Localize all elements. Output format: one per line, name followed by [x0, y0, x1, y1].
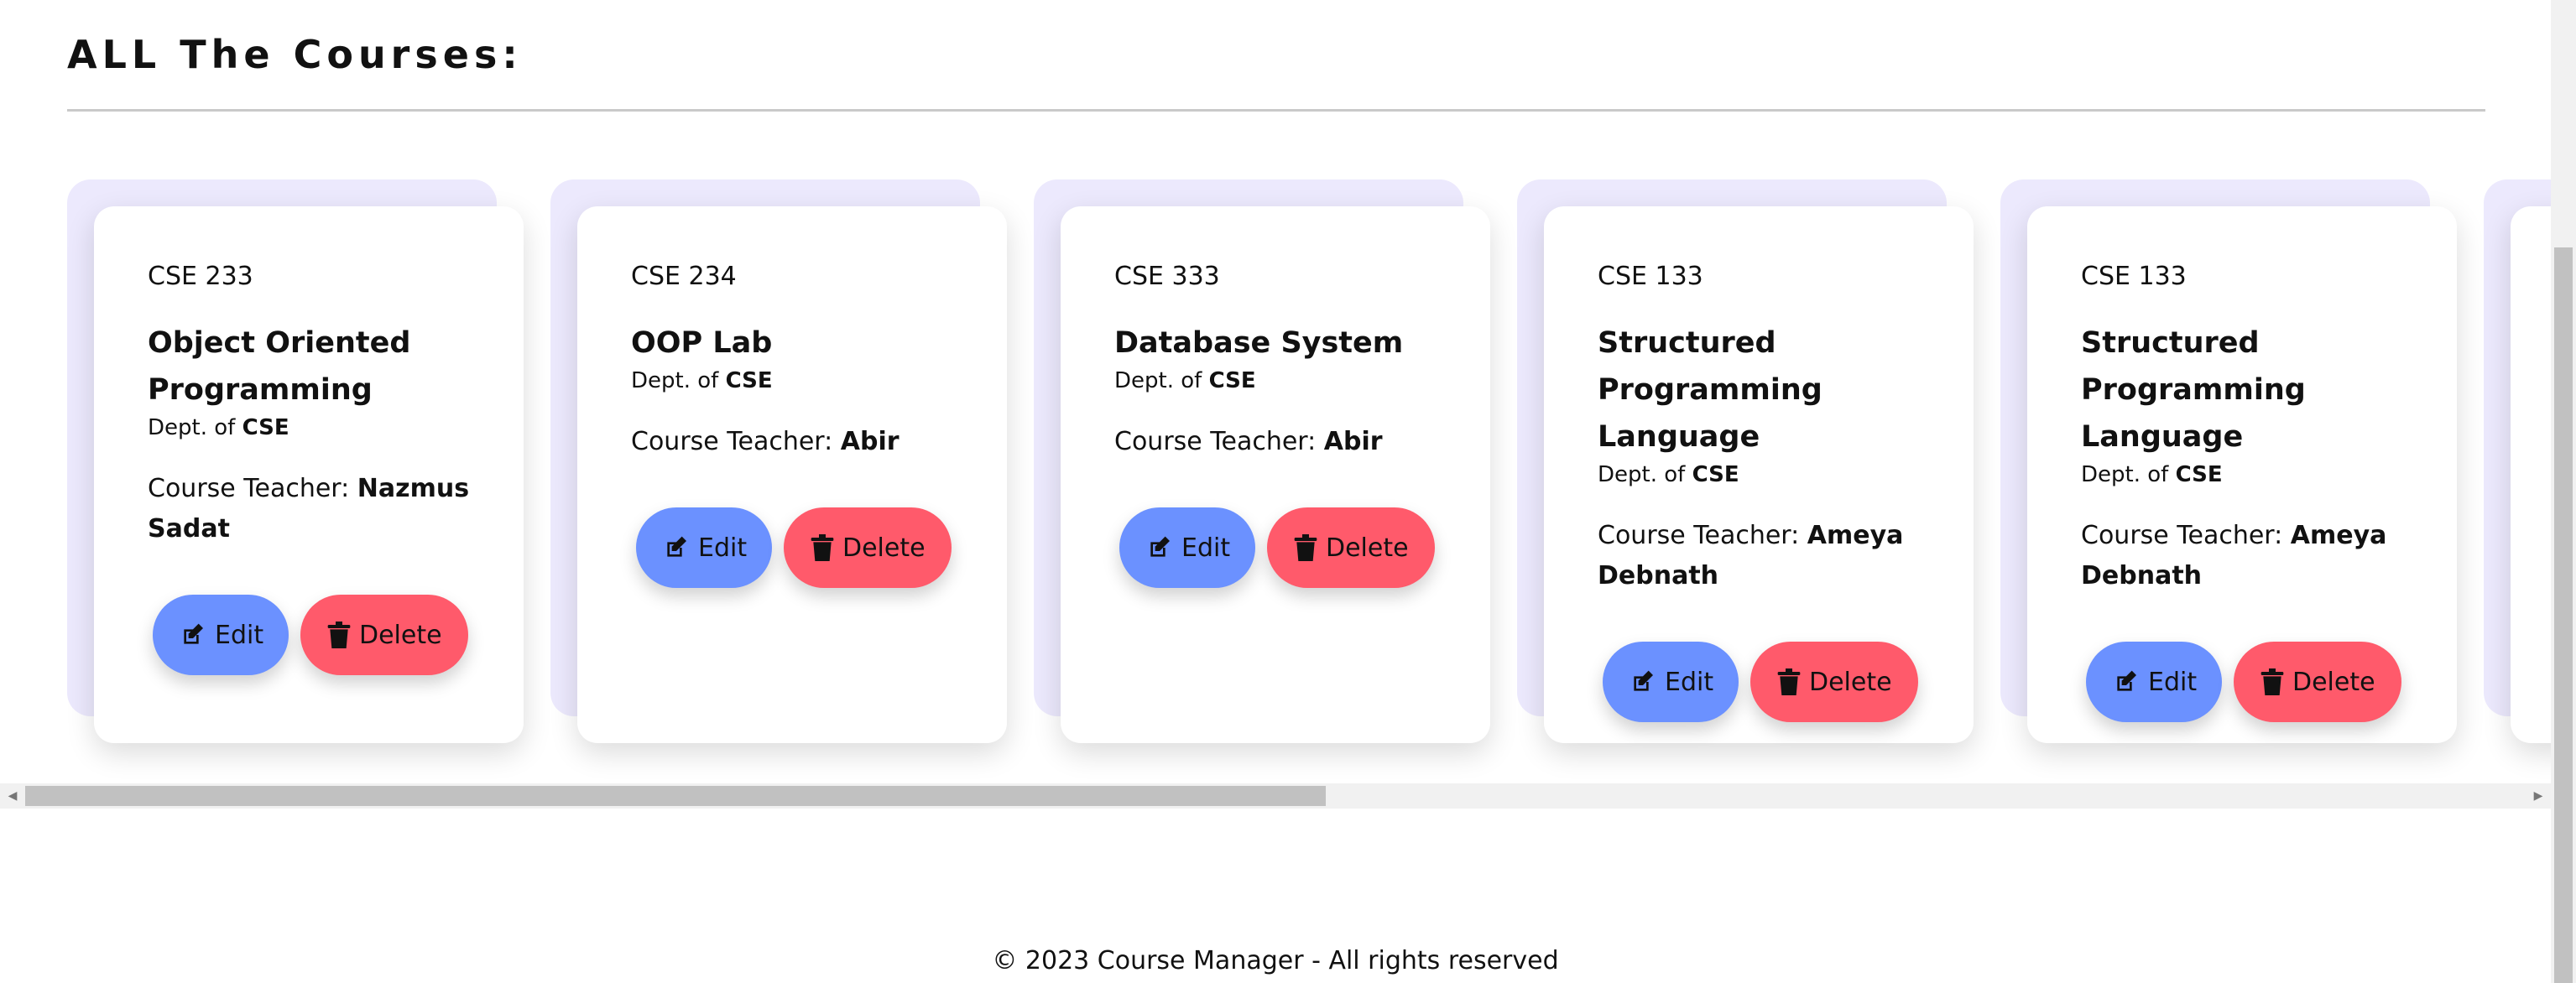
course-card-body: [2511, 206, 2551, 743]
edit-icon: [2113, 668, 2140, 695]
course-card-body: CSE 133 Structured Programming Language …: [1544, 206, 1974, 743]
edit-button-label: Edit: [2148, 667, 2198, 697]
edit-icon: [180, 622, 206, 648]
card-actions: Edit Delete: [148, 595, 470, 675]
title-divider: [67, 109, 2485, 112]
teacher-label: Course Teacher:: [148, 474, 350, 503]
edit-button-label: Edit: [1181, 533, 1231, 563]
edit-icon: [1630, 668, 1656, 695]
teacher-label: Course Teacher:: [1598, 521, 1800, 550]
delete-button-label: Delete: [1326, 533, 1409, 563]
dept-name: CSE: [242, 415, 289, 440]
course-teacher: Course Teacher: Abir: [631, 422, 953, 462]
delete-button[interactable]: Delete: [2234, 642, 2401, 722]
course-card-body: CSE 333 Database System Dept. of CSE Cou…: [1061, 206, 1490, 743]
trash-icon: [1777, 668, 1801, 695]
course-code: CSE 133: [1598, 262, 1703, 291]
delete-button-label: Delete: [842, 533, 926, 563]
card-actions: Edit Delete: [1114, 507, 1437, 588]
teacher-label: Course Teacher:: [631, 427, 833, 456]
dept-prefix: Dept. of: [2081, 462, 2169, 487]
course-card: CSE 133 Structured Programming Language …: [1517, 179, 1974, 745]
edit-button-label: Edit: [215, 620, 264, 650]
card-actions: Edit Delete: [2081, 642, 2403, 722]
course-name: Database System: [1114, 326, 1404, 360]
delete-button[interactable]: Delete: [1267, 507, 1435, 588]
vertical-scroll-thumb[interactable]: [2554, 247, 2573, 983]
edit-button[interactable]: Edit: [1119, 507, 1255, 588]
courses-scroll-container[interactable]: CSE 233 Object Oriented Programming Dept…: [0, 168, 2551, 780]
card-actions: Edit Delete: [1598, 642, 1920, 722]
delete-button[interactable]: Delete: [1750, 642, 1918, 722]
course-name: Structured Programming Language: [2081, 326, 2306, 454]
horizontal-scroll-thumb[interactable]: [25, 786, 1326, 806]
course-teacher: Course Teacher: Ameya Debnath: [1598, 516, 1920, 596]
course-department: Dept. of CSE: [2081, 462, 2403, 487]
course-department: Dept. of CSE: [631, 368, 953, 393]
dept-name: CSE: [2175, 462, 2223, 487]
edit-button[interactable]: Edit: [2086, 642, 2222, 722]
course-teacher: Course Teacher: Nazmus Sadat: [148, 469, 470, 549]
course-card-partial: [2484, 179, 2551, 745]
course-code: CSE 234: [631, 262, 737, 291]
card-actions: Edit Delete: [631, 507, 953, 588]
edit-icon: [1146, 534, 1173, 561]
delete-button[interactable]: Delete: [784, 507, 952, 588]
edit-button-label: Edit: [1665, 667, 1714, 697]
course-card: CSE 234 OOP Lab Dept. of CSE Course Teac…: [550, 179, 1007, 745]
course-card: CSE 333 Database System Dept. of CSE Cou…: [1034, 179, 1490, 745]
dept-prefix: Dept. of: [1114, 368, 1202, 393]
dept-prefix: Dept. of: [1598, 462, 1686, 487]
course-card-body: CSE 133 Structured Programming Language …: [2027, 206, 2457, 743]
horizontal-scrollbar[interactable]: ◀ ▶: [0, 783, 2551, 809]
edit-button[interactable]: Edit: [1603, 642, 1739, 722]
course-code: CSE 233: [148, 262, 253, 291]
course-card-body: CSE 233 Object Oriented Programming Dept…: [94, 206, 524, 743]
trash-icon: [327, 622, 351, 648]
teacher-label: Course Teacher:: [2081, 521, 2283, 550]
course-card: CSE 133 Structured Programming Language …: [2000, 179, 2457, 745]
course-department: Dept. of CSE: [148, 415, 470, 440]
vertical-scrollbar[interactable]: [2551, 0, 2576, 983]
delete-button-label: Delete: [359, 620, 442, 650]
teacher-name: Abir: [1323, 427, 1383, 456]
scroll-right-arrow-icon[interactable]: ▶: [2526, 783, 2551, 809]
edit-icon: [663, 534, 690, 561]
teacher-label: Course Teacher:: [1114, 427, 1317, 456]
teacher-name: Abir: [840, 427, 900, 456]
dept-name: CSE: [1692, 462, 1739, 487]
course-name: OOP Lab: [631, 326, 773, 360]
course-department: Dept. of CSE: [1598, 462, 1920, 487]
trash-icon: [1294, 534, 1317, 561]
edit-button[interactable]: Edit: [636, 507, 772, 588]
course-code: CSE 333: [1114, 262, 1220, 291]
course-department: Dept. of CSE: [1114, 368, 1437, 393]
course-name: Object Oriented Programming: [148, 326, 411, 407]
course-code: CSE 133: [2081, 262, 2187, 291]
dept-name: CSE: [725, 368, 773, 393]
scroll-left-arrow-icon[interactable]: ◀: [0, 783, 25, 809]
page-title: ALL The Courses:: [67, 32, 523, 77]
edit-button[interactable]: Edit: [153, 595, 289, 675]
dept-prefix: Dept. of: [148, 415, 236, 440]
delete-button-label: Delete: [1809, 667, 1892, 697]
course-card-body: CSE 234 OOP Lab Dept. of CSE Course Teac…: [577, 206, 1007, 743]
course-name: Structured Programming Language: [1598, 326, 1822, 454]
dept-prefix: Dept. of: [631, 368, 719, 393]
course-teacher: Course Teacher: Abir: [1114, 422, 1437, 462]
footer-copyright: © 2023 Course Manager - All rights reser…: [992, 946, 1559, 975]
course-teacher: Course Teacher: Ameya Debnath: [2081, 516, 2403, 596]
delete-button-label: Delete: [2292, 667, 2375, 697]
delete-button[interactable]: Delete: [300, 595, 468, 675]
course-card: CSE 233 Object Oriented Programming Dept…: [67, 179, 524, 745]
trash-icon: [811, 534, 834, 561]
trash-icon: [2261, 668, 2284, 695]
edit-button-label: Edit: [698, 533, 748, 563]
dept-name: CSE: [1208, 368, 1256, 393]
